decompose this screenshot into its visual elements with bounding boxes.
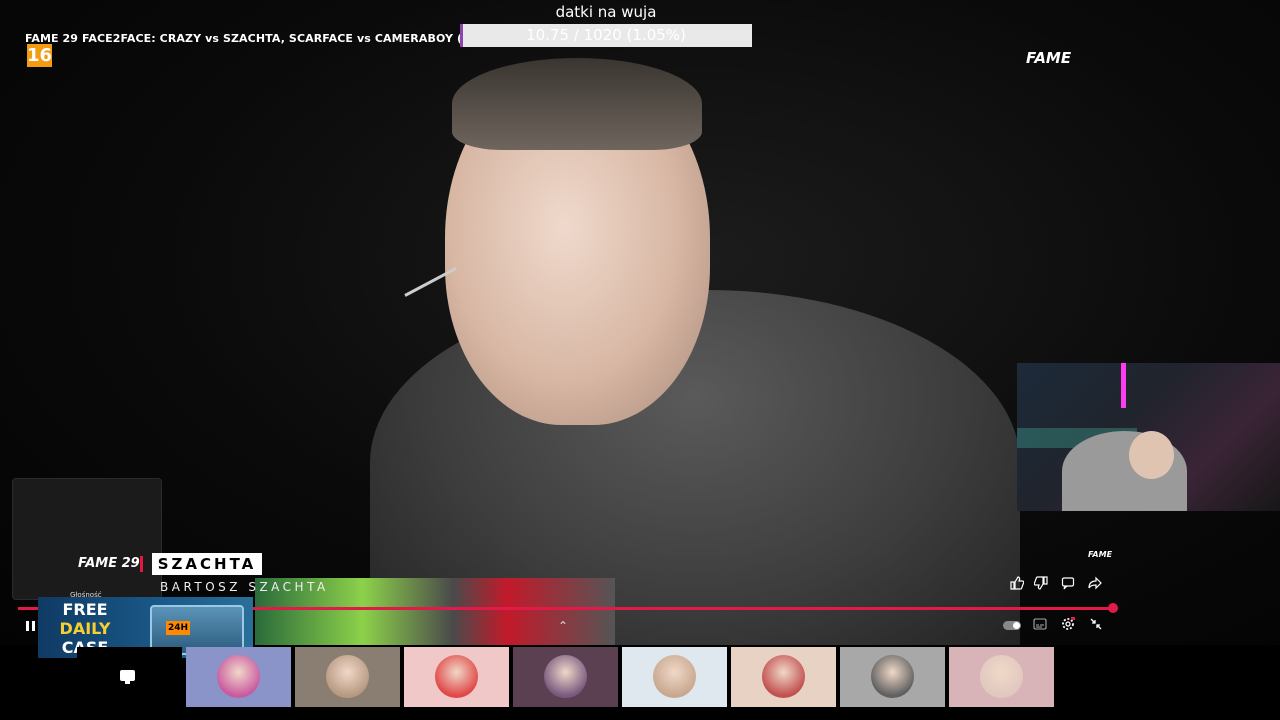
- participant-tile[interactable]: [404, 647, 509, 707]
- person-hair-image: [452, 58, 702, 150]
- avatar-icon: [435, 655, 478, 698]
- participant-tile[interactable]: [949, 647, 1054, 707]
- lower-third-full-name: BARTOSZ SZACHTA: [160, 580, 329, 594]
- promo-line-2: DAILY: [59, 619, 111, 638]
- avatar-icon: [544, 655, 587, 698]
- thumbs-down-icon[interactable]: [1032, 576, 1050, 595]
- toggle-knob: [1013, 622, 1020, 629]
- avatar-icon: [871, 655, 914, 698]
- stream-title: FAME 29 FACE2FACE: CRAZY vs SZACHTA, SCA…: [25, 32, 528, 45]
- case-24h-badge: 24H: [166, 621, 190, 635]
- webcam-fame-watermark: FAME: [1088, 550, 1113, 559]
- participant-tile[interactable]: [840, 647, 945, 707]
- participant-tile[interactable]: [513, 647, 618, 707]
- subtitles-icon[interactable]: [1031, 618, 1049, 635]
- screen-share-tile[interactable]: [77, 647, 182, 707]
- video-frame[interactable]: [0, 0, 1280, 645]
- autoplay-toggle[interactable]: [1003, 621, 1021, 630]
- participant-tile[interactable]: [622, 647, 727, 707]
- lower-third-name: SZACHTA: [152, 553, 262, 575]
- donation-goal-label: datki na wuja: [555, 3, 657, 21]
- participant-tile[interactable]: [186, 647, 291, 707]
- lower-third-divider: [140, 556, 143, 572]
- laptop-image: [12, 478, 162, 600]
- streamer-face-image: [1129, 431, 1174, 479]
- avatar-icon: [653, 655, 696, 698]
- gear-icon[interactable]: [1059, 617, 1077, 636]
- collapse-icon[interactable]: [1087, 617, 1105, 636]
- participant-tile[interactable]: [731, 647, 836, 707]
- thumbs-up-icon[interactable]: [1008, 576, 1026, 595]
- donation-goal-progress: 10.75 / 1020 (1.05%): [526, 26, 686, 44]
- progress-scrubber[interactable]: [1108, 603, 1118, 613]
- pause-icon[interactable]: [24, 619, 38, 633]
- age-rating-badge: 16: [27, 44, 53, 67]
- avatar-icon: [217, 655, 260, 698]
- chevron-up-icon[interactable]: ⌃: [558, 619, 568, 633]
- fame-logo: FAME: [1026, 49, 1072, 67]
- lower-third-event: FAME 29: [78, 556, 140, 571]
- avatar-icon: [980, 655, 1023, 698]
- donation-goal-bar: 10.75 / 1020 (1.05%): [460, 24, 752, 47]
- avatar-icon: [762, 655, 805, 698]
- participant-tile[interactable]: [295, 647, 400, 707]
- promo-line-1: FREE: [62, 600, 108, 619]
- webcam-overlay: [1017, 363, 1280, 511]
- avatar-icon: [326, 655, 369, 698]
- neon-light-image: [1121, 363, 1126, 408]
- share-icon[interactable]: [1086, 576, 1104, 595]
- chat-icon[interactable]: [1059, 576, 1077, 595]
- screen-icon: [120, 670, 135, 684]
